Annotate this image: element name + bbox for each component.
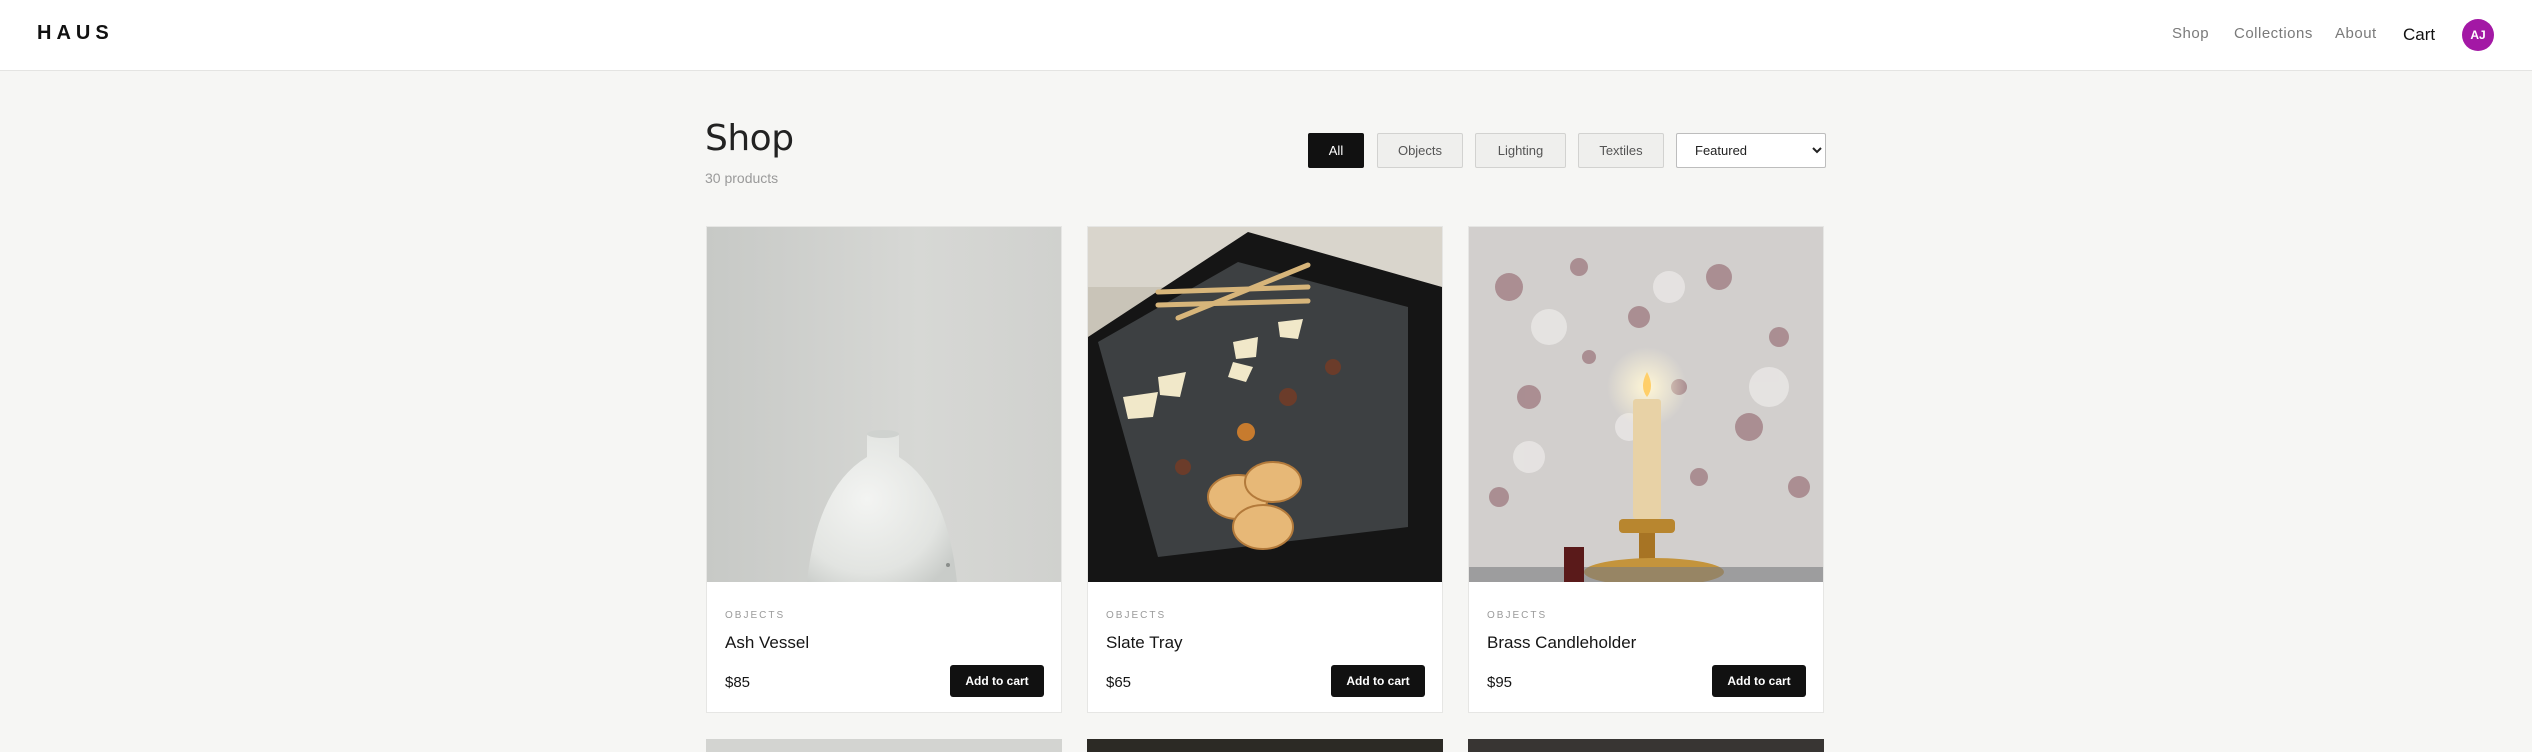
product-price: $95 <box>1487 674 1513 691</box>
cart-link[interactable]: Cart <box>2403 25 2435 45</box>
lit-candle-in-brass-holder-photo <box>1469 227 1823 582</box>
product-card-partial[interactable] <box>1087 739 1443 752</box>
nav-link-shop[interactable]: Shop <box>2172 25 2209 42</box>
product-card-partial[interactable] <box>1468 739 1824 752</box>
add-to-cart-button[interactable]: Add to cart <box>1712 665 1806 697</box>
product-count: 30 products <box>705 170 779 186</box>
product-category: OBJECTS <box>725 610 786 621</box>
product-name[interactable]: Slate Tray <box>1106 633 1183 653</box>
product-name[interactable]: Ash Vessel <box>725 633 809 653</box>
filter-all-button[interactable]: All <box>1308 133 1364 168</box>
top-navigation-bar: HAUS Shop Collections About Cart AJ <box>0 0 2532 71</box>
product-card[interactable]: OBJECTS Brass Candleholder $95 Add to ca… <box>1468 226 1824 713</box>
sort-select[interactable]: Featured <box>1676 133 1826 168</box>
page-title: Shop <box>705 118 794 159</box>
add-to-cart-button[interactable]: Add to cart <box>1331 665 1425 697</box>
user-avatar[interactable]: AJ <box>2462 19 2494 51</box>
product-image-slate-tray[interactable] <box>1088 227 1442 582</box>
brand-logo[interactable]: HAUS <box>37 22 114 45</box>
filter-objects-button[interactable]: Objects <box>1377 133 1463 168</box>
product-price: $85 <box>725 674 751 691</box>
product-category: OBJECTS <box>1487 610 1548 621</box>
product-name[interactable]: Brass Candleholder <box>1487 633 1636 653</box>
nav-link-collections[interactable]: Collections <box>2234 25 2313 42</box>
product-category: OBJECTS <box>1106 610 1167 621</box>
filter-lighting-button[interactable]: Lighting <box>1475 133 1566 168</box>
product-image-ash-vessel[interactable] <box>707 227 1061 582</box>
filter-textiles-button[interactable]: Textiles <box>1578 133 1664 168</box>
product-price: $65 <box>1106 674 1132 691</box>
product-image-brass-candleholder[interactable] <box>1469 227 1823 582</box>
product-card[interactable]: OBJECTS Slate Tray $65 Add to cart <box>1087 226 1443 713</box>
add-to-cart-button[interactable]: Add to cart <box>950 665 1044 697</box>
product-card-partial[interactable] <box>706 739 1062 752</box>
nav-link-about[interactable]: About <box>2335 25 2377 42</box>
cheese-on-slate-tray-photo <box>1088 227 1442 582</box>
product-card[interactable]: OBJECTS Ash Vessel $85 Add to cart <box>706 226 1062 713</box>
white-ceramic-vase-photo <box>707 227 1061 582</box>
